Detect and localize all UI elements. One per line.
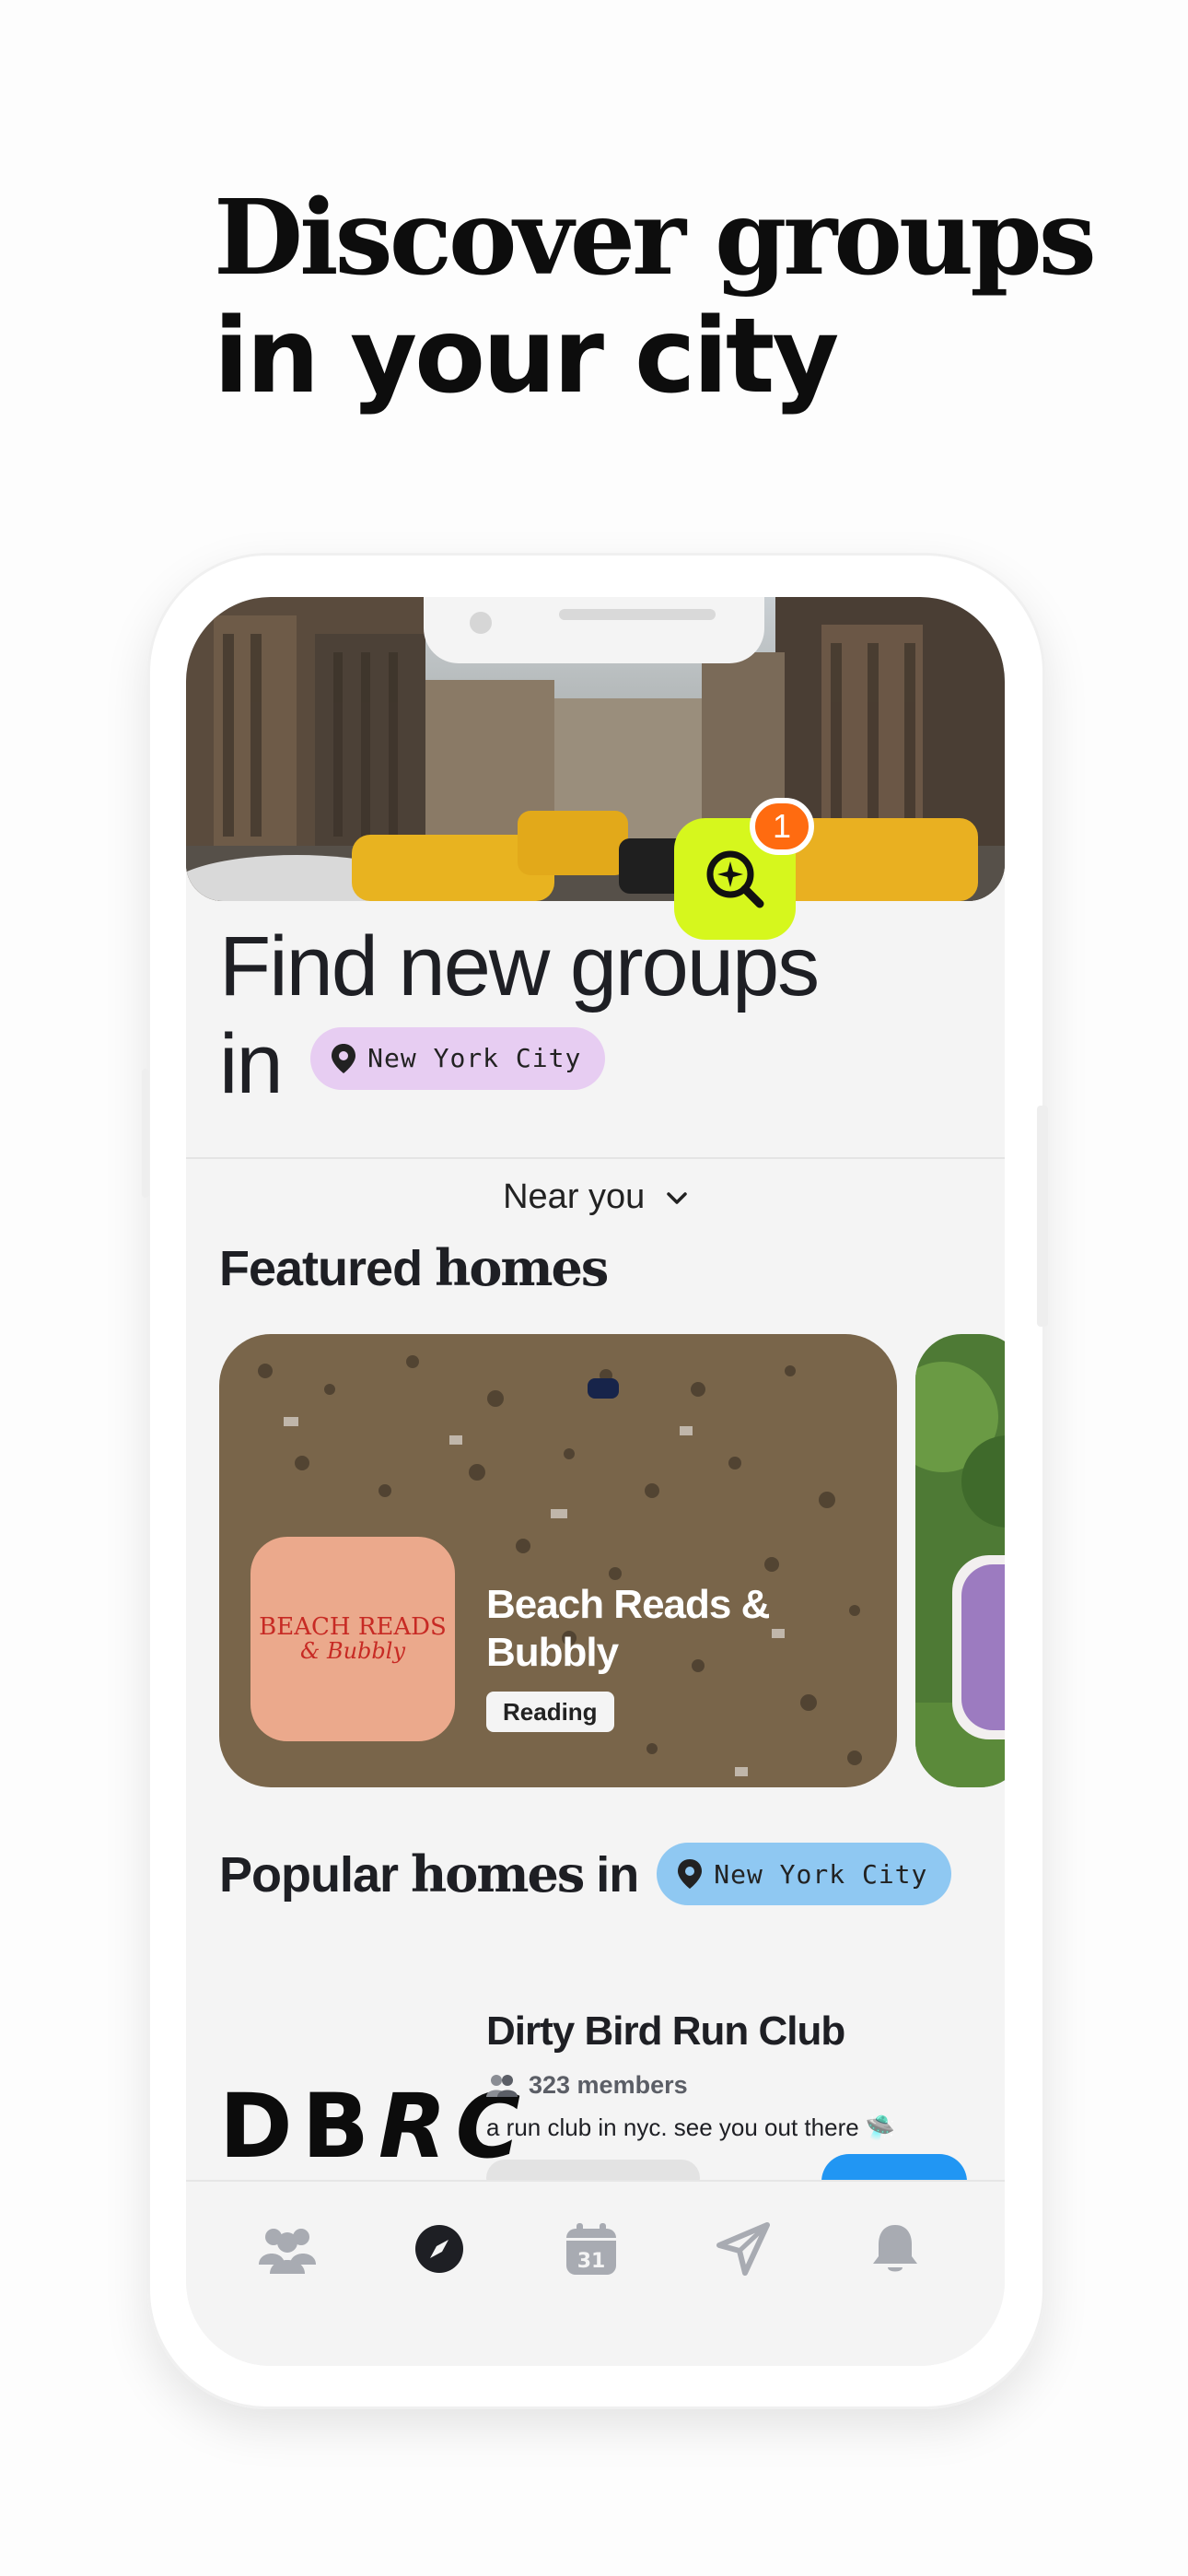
send-icon <box>716 2222 770 2276</box>
featured-home-card-next[interactable] <box>915 1334 1005 1787</box>
sparkle-search-icon <box>706 850 764 908</box>
featured-home-name: Beach Reads & Bubbly <box>486 1582 770 1675</box>
featured-title-plain: Featured <box>219 1241 423 1296</box>
tab-groups[interactable] <box>255 2217 320 2281</box>
chevron-down-icon <box>667 1192 687 1204</box>
club-member-count: 323 members <box>486 2071 688 2100</box>
popular-title-plain: Popular <box>219 1847 399 1903</box>
featured-home-card[interactable]: BEACH READS & Bubbly Beach Reads & Bubbl… <box>219 1334 897 1787</box>
phone-side-button <box>142 1069 149 1198</box>
popular-homes-heading: Popular homes in New York City <box>219 1843 952 1905</box>
location-pin-icon <box>332 1044 356 1073</box>
club-name: Dirty Bird Run Club <box>486 2008 845 2054</box>
popular-city-pill[interactable]: New York City <box>657 1843 952 1905</box>
tab-events[interactable]: 31 <box>559 2217 623 2281</box>
phone-speaker <box>559 609 716 620</box>
tab-messages[interactable] <box>711 2217 775 2281</box>
phone-frame: 1 Find new groups in New York City Near … <box>142 553 1048 2409</box>
front-camera <box>470 612 492 634</box>
near-you-dropdown[interactable]: Near you <box>186 1177 1005 1217</box>
location-pin-icon <box>678 1859 703 1889</box>
bottom-tab-bar: 31 <box>186 2180 1005 2366</box>
city-selector-pill[interactable]: New York City <box>310 1027 606 1090</box>
popular-title-bold: homes <box>411 1844 585 1903</box>
tab-notifications[interactable] <box>863 2217 927 2281</box>
headline-line-1: Discover groups <box>214 178 1097 299</box>
members-icon <box>486 2074 518 2097</box>
featured-homes-heading: Featured homes <box>219 1238 609 1297</box>
beach-reads-cover: BEACH READS & Bubbly <box>250 1537 455 1741</box>
page-headline: Discover groups in your city <box>214 178 1097 416</box>
find-title-in: in <box>219 1017 284 1111</box>
popular-city-name: New York City <box>714 1858 928 1890</box>
phone-notch <box>424 597 764 663</box>
park-photo <box>915 1334 1005 1787</box>
members-text: 323 members <box>529 2071 688 2099</box>
cover-title-line-2: & Bubbly <box>299 1638 406 1664</box>
section-divider <box>186 1157 1005 1159</box>
groups-icon <box>259 2229 316 2274</box>
city-name: New York City <box>367 1043 582 1073</box>
club-description: a run club in nyc. see you out there 🛸 <box>486 2113 896 2141</box>
category-tag: Reading <box>486 1692 614 1732</box>
headline-line-2: in your city <box>214 297 839 416</box>
bell-icon <box>873 2225 917 2272</box>
near-you-label: Near you <box>503 1177 646 1216</box>
phone-side-button <box>1037 1106 1048 1327</box>
find-title-line-1: Find new groups <box>219 919 820 1013</box>
calendar-icon: 31 <box>566 2223 616 2275</box>
club-logo: DBRC <box>219 2071 520 2182</box>
featured-title-bold: homes <box>435 1238 609 1297</box>
compass-icon <box>415 2225 463 2273</box>
calendar-day: 31 <box>577 2250 606 2273</box>
club-logo-part-1: DB <box>219 2075 379 2178</box>
cover-title-line-1: BEACH READS <box>259 1613 447 1641</box>
city-hero-image <box>186 597 1005 901</box>
app-screen: 1 Find new groups in New York City Near … <box>186 597 1005 2366</box>
find-groups-title: Find new groups in New York City <box>219 918 820 1113</box>
tab-explore[interactable] <box>407 2217 472 2281</box>
notification-badge: 1 <box>750 798 814 855</box>
popular-title: Popular homes in <box>219 1844 639 1903</box>
popular-title-in: in <box>596 1847 639 1903</box>
